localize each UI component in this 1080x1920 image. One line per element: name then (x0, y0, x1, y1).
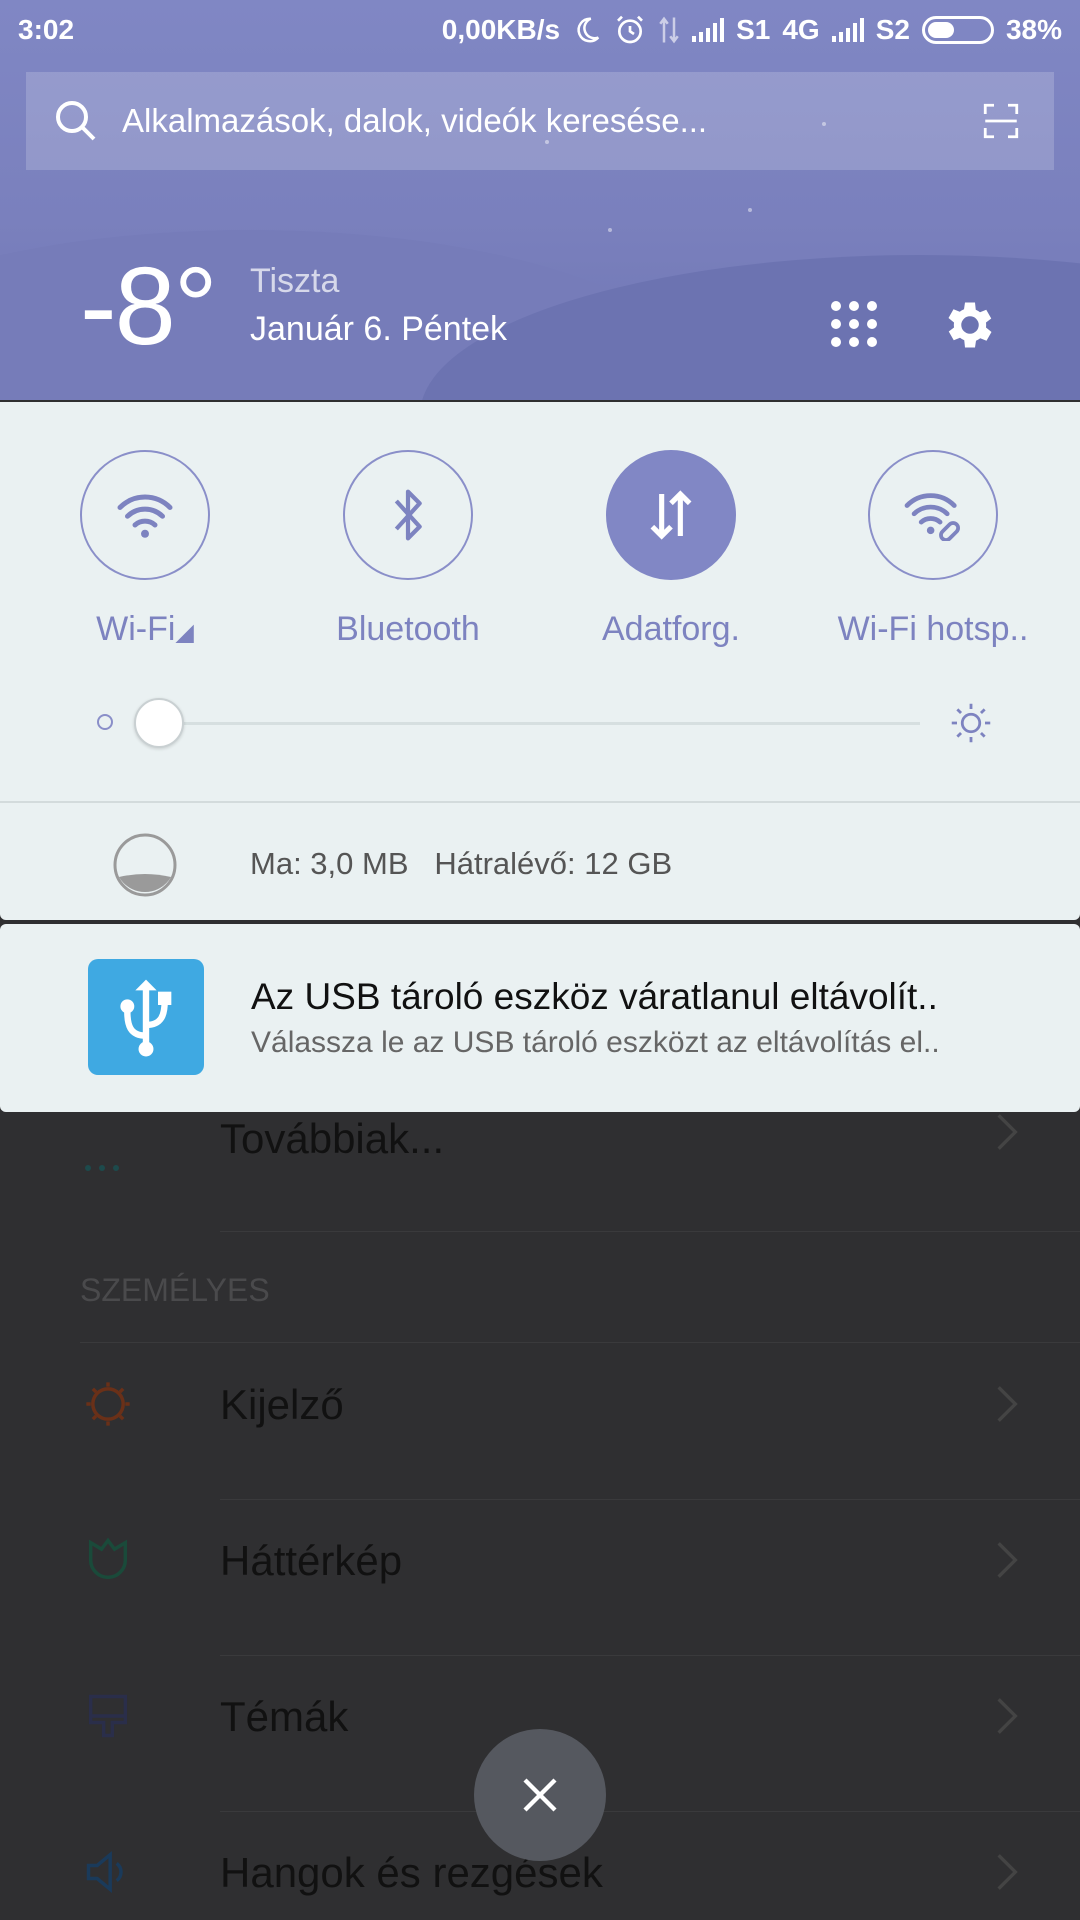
more-dots-icon (85, 1165, 119, 1171)
wifi-icon (117, 494, 173, 538)
notification-title: Az USB tároló eszköz váratlanul eltávolí… (251, 976, 938, 1017)
quick-settings-panel: Wi-Fi◢ Bluetooth Adatforg. Wi-Fi hotsp.. (0, 402, 1080, 920)
hotspot-icon (904, 493, 960, 541)
brightness-slider[interactable] (92, 698, 992, 748)
data-arrows-icon (659, 16, 679, 44)
toggle-bluetooth[interactable]: Bluetooth (298, 450, 518, 649)
data-today: Ma: 3,0 MB (250, 846, 409, 881)
network-speed: 0,00KB/s (441, 14, 561, 45)
data-usage-gauge-icon (113, 833, 177, 897)
toggle-label: Adatforg. (602, 610, 740, 648)
weather-condition: Tiszta (250, 262, 340, 300)
divider (0, 801, 1080, 803)
settings-item-wallpaper[interactable]: Háttérkép (0, 1500, 1080, 1656)
toggle-circle[interactable] (868, 450, 998, 580)
close-button[interactable] (474, 1729, 606, 1861)
signal-triangle-icon: ◢ (175, 619, 194, 646)
scan-icon[interactable] (980, 100, 1022, 142)
sim2-label: S2 (875, 14, 910, 45)
toggle-wifi[interactable]: Wi-Fi◢ (35, 450, 255, 649)
date-label: Január 6. Péntek (250, 310, 508, 348)
chevron-right-icon (997, 1386, 1018, 1422)
background-star (748, 208, 752, 212)
toggle-label: Bluetooth (336, 610, 480, 648)
display-icon (86, 1382, 130, 1426)
chevron-right-icon (997, 1698, 1018, 1734)
battery-percent: 38% (1005, 14, 1062, 45)
search-placeholder: Alkalmazások, dalok, videók keresése... (122, 102, 708, 139)
status-time: 3:02 (18, 14, 75, 45)
slider-knob[interactable] (134, 698, 184, 748)
status-bar: 3:02 0,00KB/s S1 4G S2 38% (0, 0, 1080, 60)
divider (80, 1342, 1080, 1343)
gear-icon[interactable] (940, 295, 1000, 355)
brightness-low-icon (97, 714, 113, 730)
brightness-high-icon (951, 703, 991, 743)
themes-icon (88, 1694, 128, 1738)
settings-item-label: Továbbiak... (220, 1115, 445, 1162)
settings-item-label: Témák (220, 1693, 349, 1740)
chevron-right-icon (997, 1114, 1018, 1150)
data-usage-text: Ma: 3,0 MB Hátralévő: 12 GB (250, 846, 672, 882)
signal-icon (831, 18, 864, 42)
grid-icon[interactable] (830, 300, 878, 348)
chevron-right-icon (997, 1542, 1018, 1578)
moon-icon (577, 17, 600, 43)
signal-icon (692, 18, 725, 42)
search-bar[interactable]: Alkalmazások, dalok, videók keresése... (26, 72, 1054, 170)
settings-item-label: Kijelző (220, 1381, 344, 1428)
sound-icon (86, 1850, 123, 1894)
usb-notification[interactable]: Az USB tároló eszköz váratlanul eltávolí… (0, 924, 1080, 1112)
alarm-icon (617, 15, 644, 44)
data-transfer-icon (650, 490, 692, 540)
data-remaining: Hátralévő: 12 GB (434, 846, 673, 881)
toggle-data[interactable]: Adatforg. (561, 450, 781, 649)
status-icons: 0,00KB/s S1 4G S2 38% (442, 12, 1062, 48)
settings-item-display[interactable]: Kijelző (0, 1344, 1080, 1500)
notification-body: Válassza le az USB tároló eszközt az elt… (251, 1026, 940, 1059)
background-star (608, 228, 612, 232)
toggle-circle[interactable] (606, 450, 736, 580)
bluetooth-icon (394, 489, 422, 541)
network-type: 4G (782, 14, 820, 45)
slider-track[interactable] (158, 722, 920, 725)
usb-icon (88, 959, 204, 1075)
settings-item-more[interactable]: Továbbiak... (0, 1112, 1080, 1232)
close-icon (523, 1778, 557, 1812)
toggle-circle[interactable] (343, 450, 473, 580)
search-icon (56, 101, 96, 141)
settings-item-label: Háttérkép (220, 1537, 403, 1584)
toggle-circle[interactable] (80, 450, 210, 580)
toggle-hotspot[interactable]: Wi-Fi hotsp.. (823, 450, 1043, 649)
chevron-right-icon (997, 1854, 1018, 1890)
toggle-label: Wi-Fi hotsp.. (837, 610, 1029, 648)
battery-icon (921, 16, 994, 44)
wallpaper-icon (88, 1537, 128, 1580)
section-title-personal: SZEMÉLYES (80, 1272, 270, 1308)
sim1-label: S1 (736, 14, 771, 45)
temperature[interactable]: -8° (80, 252, 218, 362)
data-usage-row[interactable]: Ma: 3,0 MB Hátralévő: 12 GB (0, 804, 1080, 920)
divider (220, 1231, 1080, 1232)
toggle-label: Wi-Fi◢ (96, 610, 194, 648)
notification-shade-header: 3:02 0,00KB/s S1 4G S2 38% Alkalmazások,… (0, 0, 1080, 400)
